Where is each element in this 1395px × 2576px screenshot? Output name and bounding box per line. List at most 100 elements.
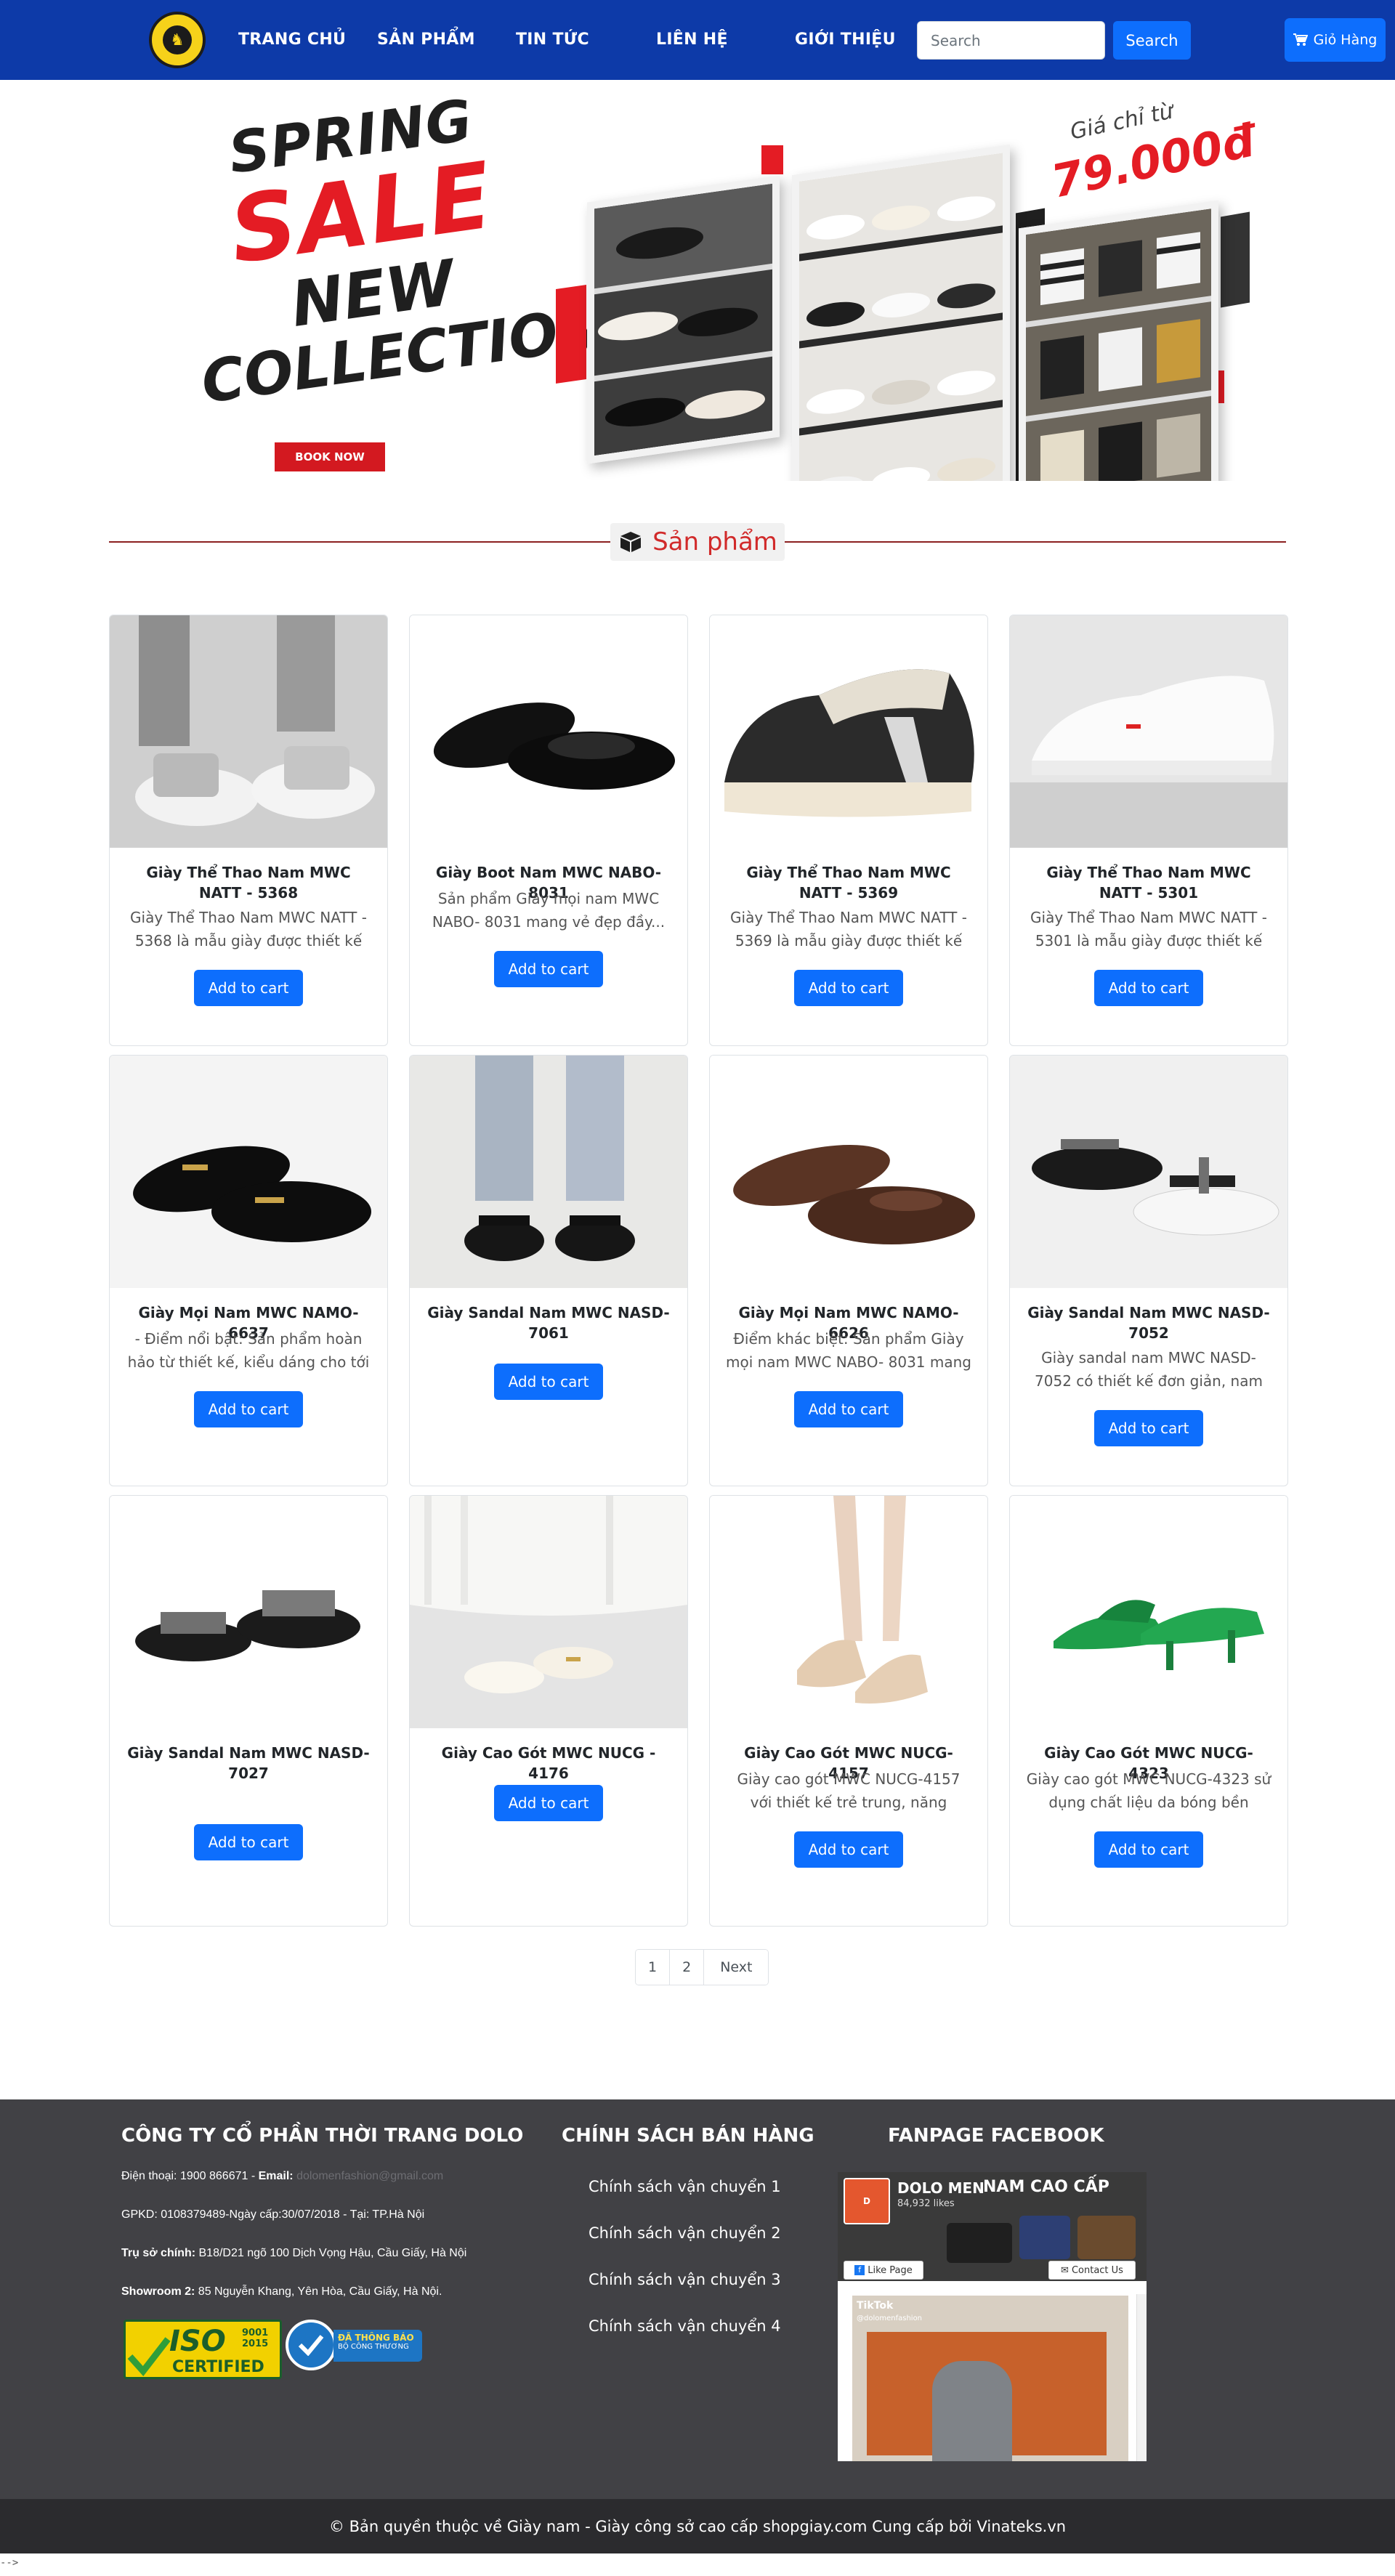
product-image[interactable] bbox=[410, 615, 687, 848]
product-image[interactable] bbox=[410, 1496, 687, 1728]
product-card[interactable]: Giày Cao Gót MWC NUCG- 4323 Giày cao gót… bbox=[1009, 1495, 1288, 1927]
copyright-text: © Bản quyền thuộc về Giày nam - Giày côn… bbox=[328, 2517, 1067, 2535]
add-to-cart-button[interactable]: Add to cart bbox=[1094, 970, 1203, 1006]
add-to-cart-button[interactable]: Add to cart bbox=[1094, 1410, 1203, 1446]
phone-value[interactable]: 1900 866671 bbox=[180, 2170, 248, 2182]
product-description: Giày cao gót MWC NUCG-4323 sử dụng chất … bbox=[1026, 1770, 1271, 1811]
fanpage-title: FANPAGE FACEBOOK bbox=[888, 2125, 1104, 2147]
product-image[interactable] bbox=[110, 1496, 387, 1728]
search-button[interactable]: Search bbox=[1113, 21, 1191, 60]
product-card[interactable]: Giày Sandal Nam MWC NASD- 7027 Add to ca… bbox=[109, 1495, 388, 1927]
hero-banner[interactable]: SPRING SALE NEW COLLECTION Giá chỉ từ 79… bbox=[0, 80, 1395, 481]
product-image[interactable] bbox=[1010, 615, 1287, 848]
iso-certified-badge: ISO 9001 2015 CERTIFIED bbox=[124, 2320, 282, 2379]
iso-text: ISO bbox=[169, 2325, 226, 2358]
product-card[interactable]: Giày Cao Gót MWC NUCG - 4176 Add to cart bbox=[409, 1495, 688, 1927]
product-name[interactable]: Giày Sandal Nam MWC NASD- 7027 bbox=[124, 1743, 373, 1783]
product-card[interactable]: Giày Thể Thao Nam MWC NATT - 5368 Giày T… bbox=[109, 615, 388, 1046]
policy-link-2[interactable]: Chính sách vận chuyển 2 bbox=[589, 2224, 781, 2242]
products-section-title: Sản phẩm bbox=[610, 523, 785, 561]
product-name[interactable]: Giày Thể Thao Nam MWC NATT - 5368 bbox=[124, 862, 373, 903]
email-value[interactable]: dolomenfashion@gmail.com bbox=[296, 2170, 443, 2182]
add-to-cart-button[interactable]: Add to cart bbox=[794, 1391, 903, 1427]
product-card[interactable]: Giày Sandal Nam MWC NASD- 7052 Giày sand… bbox=[1009, 1055, 1288, 1486]
fb-cover-bag bbox=[947, 2223, 1012, 2263]
product-image[interactable] bbox=[710, 1496, 987, 1728]
site-logo[interactable]: ♞ bbox=[149, 12, 206, 68]
facebook-page-widget[interactable]: NAM CAO CẤP D DOLO MEN 84,932 likes f Li… bbox=[838, 2172, 1147, 2461]
nav-home[interactable]: TRANG CHỦ bbox=[238, 28, 346, 52]
hq-address: B18/D21 ngõ 100 Dịch Vọng Hậu, Cầu Giấy,… bbox=[198, 2247, 467, 2259]
next-page-link[interactable]: Next bbox=[704, 1950, 769, 1985]
add-to-cart-button[interactable]: Add to cart bbox=[194, 970, 303, 1006]
add-to-cart-button[interactable]: Add to cart bbox=[194, 1391, 303, 1427]
product-card[interactable]: Giày Mọi Nam MWC NAMO- 6637 - Điểm nổi b… bbox=[109, 1055, 388, 1486]
add-to-cart-button[interactable]: Add to cart bbox=[194, 1824, 303, 1860]
verified-check-icon bbox=[286, 2320, 336, 2370]
product-image[interactable] bbox=[110, 615, 387, 848]
ministry-notified-badge[interactable]: ĐÃ THÔNG BÁO BỘ CÔNG THƯƠNG bbox=[286, 2320, 422, 2370]
product-image[interactable] bbox=[410, 1056, 687, 1288]
add-to-cart-button[interactable]: Add to cart bbox=[794, 970, 903, 1006]
ministry-line2: BỘ CÔNG THƯƠNG bbox=[338, 2343, 409, 2351]
company-headquarters: Trụ sở chính: B18/D21 ngõ 100 Dịch Vọng … bbox=[121, 2247, 466, 2260]
ministry-notified-label: ĐÃ THÔNG BÁO BỘ CÔNG THƯƠNG bbox=[333, 2330, 422, 2362]
showroom-address: 85 Nguyễn Khang, Yên Hòa, Cầu Giấy, Hà N… bbox=[198, 2285, 442, 2298]
add-to-cart-button[interactable]: Add to cart bbox=[1094, 1831, 1203, 1868]
product-name[interactable]: Giày Cao Gót MWC NUCG - 4176 bbox=[424, 1743, 673, 1783]
fb-page-avatar[interactable]: D bbox=[844, 2178, 890, 2224]
phone-label: Điện thoại: bbox=[121, 2170, 177, 2182]
fb-post-handle: @dolomenfashion bbox=[857, 2314, 923, 2322]
product-name[interactable]: Giày Sandal Nam MWC NASD- 7061 bbox=[424, 1303, 673, 1343]
shopping-cart-icon bbox=[1293, 33, 1308, 46]
product-name[interactable]: Giày Thể Thao Nam MWC NATT - 5369 bbox=[724, 862, 973, 903]
nav-products[interactable]: SẢN PHẨM bbox=[377, 28, 475, 52]
email-label: Email: bbox=[258, 2170, 294, 2182]
fb-page-name[interactable]: DOLO MEN bbox=[897, 2179, 984, 2197]
iso-certified-text: CERTIFIED bbox=[172, 2358, 264, 2376]
book-now-button[interactable]: BOOK NOW bbox=[275, 442, 385, 471]
product-card[interactable]: Giày Sandal Nam MWC NASD- 7061 Add to ca… bbox=[409, 1055, 688, 1486]
product-description: - Điểm nổi bật: Sản phẩm hoàn hảo từ thi… bbox=[127, 1330, 370, 1371]
product-card[interactable]: Giày Mọi Nam MWC NAMO- 6626 Điểm khác bi… bbox=[709, 1055, 988, 1486]
box-icon bbox=[620, 532, 642, 552]
product-image[interactable] bbox=[1010, 1056, 1287, 1288]
product-name[interactable]: Giày Thể Thao Nam MWC NATT - 5301 bbox=[1024, 862, 1273, 903]
product-description: Giày Thể Thao Nam MWC NATT - 5301 là mẫu… bbox=[1030, 909, 1267, 949]
policy-link-3[interactable]: Chính sách vận chuyển 3 bbox=[589, 2271, 781, 2288]
fb-like-label: Like Page bbox=[868, 2264, 913, 2276]
add-to-cart-button[interactable]: Add to cart bbox=[794, 1831, 903, 1868]
fb-post-label: TikTok bbox=[857, 2300, 894, 2312]
product-card[interactable]: Giày Thể Thao Nam MWC NATT - 5369 Giày T… bbox=[709, 615, 988, 1046]
product-card[interactable]: Giày Boot Nam MWC NABO- 8031 Sản phẩm Gi… bbox=[409, 615, 688, 1046]
fb-post-image[interactable]: TikTok @dolomenfashion bbox=[852, 2296, 1128, 2461]
add-to-cart-button[interactable]: Add to cart bbox=[494, 1364, 603, 1400]
product-card[interactable]: Giày Cao Gót MWC NUCG-4157 Giày cao gót … bbox=[709, 1495, 988, 1927]
add-to-cart-button[interactable]: Add to cart bbox=[494, 1785, 603, 1821]
page-1-link[interactable]: 1 bbox=[636, 1950, 671, 1985]
nav-about[interactable]: GIỚI THIỆU bbox=[795, 28, 896, 52]
page-2-link[interactable]: 2 bbox=[670, 1950, 705, 1985]
fb-contact-button[interactable]: ✉ Contact Us bbox=[1048, 2261, 1136, 2280]
banner-photo-dress-shoes bbox=[587, 175, 780, 464]
banner-red-accent bbox=[761, 145, 783, 174]
top-navbar: ♞ TRANG CHỦ SẢN PHẨM TIN TỨC LIÊN HỆ GIỚ… bbox=[0, 0, 1395, 80]
add-to-cart-button[interactable]: Add to cart bbox=[494, 951, 603, 987]
nav-news[interactable]: TIN TỨC bbox=[516, 28, 589, 52]
product-card[interactable]: Giày Thể Thao Nam MWC NATT - 5301 Giày T… bbox=[1009, 615, 1288, 1046]
search-input[interactable] bbox=[917, 21, 1105, 60]
fb-widget-scrollbar[interactable] bbox=[1136, 2294, 1147, 2461]
policy-link-4[interactable]: Chính sách vận chuyển 4 bbox=[589, 2317, 781, 2335]
cart-label: Giỏ Hàng bbox=[1313, 32, 1378, 48]
product-image[interactable] bbox=[710, 1056, 987, 1288]
product-image[interactable] bbox=[710, 615, 987, 848]
cart-button[interactable]: Giỏ Hàng bbox=[1285, 18, 1386, 62]
product-image[interactable] bbox=[1010, 1496, 1287, 1728]
product-name[interactable]: Giày Sandal Nam MWC NASD- 7052 bbox=[1024, 1303, 1273, 1343]
copyright-bar: © Bản quyền thuộc về Giày nam - Giày côn… bbox=[0, 2499, 1395, 2553]
nav-contact[interactable]: LIÊN HỆ bbox=[656, 28, 728, 52]
fb-like-button[interactable]: f Like Page bbox=[844, 2261, 923, 2280]
product-image[interactable] bbox=[110, 1056, 387, 1288]
iso-numbers: 9001 2015 bbox=[242, 2328, 269, 2349]
policy-link-1[interactable]: Chính sách vận chuyển 1 bbox=[589, 2178, 781, 2195]
